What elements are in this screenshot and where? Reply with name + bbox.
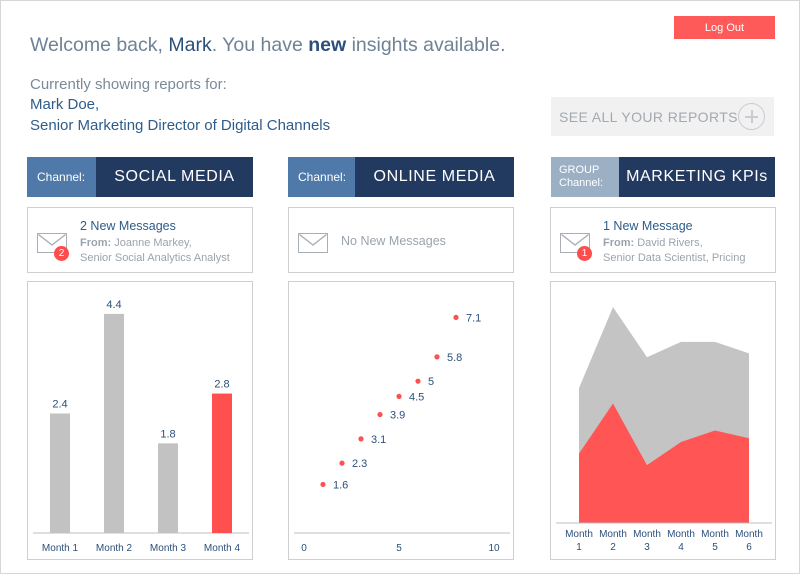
message-title[interactable]: 2 New Messages [80,219,176,233]
x-tick-label: Month 4 [204,543,241,554]
x-tick-label: Month 2 [96,543,133,554]
scatter-point-6 [415,378,421,384]
report-user-title: Senior Marketing Director of Digital Cha… [30,117,331,134]
scatter-point-1 [320,481,326,488]
channel-label: Channel: [288,157,355,197]
welcome-new-highlight: new [308,34,347,56]
message-from: From: David Rivers, Senior Data Scientis… [603,236,745,266]
scatter-chart: 0 5 10 1.6 2.3 3.1 3.9 4.5 5 5.8 7.1 [294,312,510,554]
point-value-label: 5 [428,376,434,388]
bar-3 [158,443,178,533]
message-from-name: David Rivers, [637,237,703,249]
bar-value-label: 2.4 [52,398,67,410]
report-user-name: Mark Doe, [30,96,100,113]
message-count-badge: 1 [577,246,592,261]
point-value-label: 3.9 [390,410,405,422]
welcome-mid: . You have [211,34,309,56]
chart-box-online-media: 0 5 10 1.6 2.3 3.1 3.9 4.5 5 5.8 7.1 [288,281,514,560]
see-all-reports-button[interactable]: SEE ALL YOUR REPORTS [551,97,774,136]
x-tick-label: 10 [488,543,500,554]
message-from-label: From: [603,237,635,249]
message-title[interactable]: 1 New Message [603,219,693,233]
message-count-badge: 2 [54,246,69,261]
message-from-role: Senior Data Scientist, Pricing [603,252,746,264]
x-tick-label-line2: 5 [712,542,718,553]
message-box-marketing-kpis[interactable]: 1 1 New Message From: David Rivers, Seni… [550,207,776,273]
x-tick-label: 0 [301,543,307,554]
bar-1 [50,413,70,533]
x-tick-label-line1: Month [701,529,729,540]
x-tick-label-line2: 1 [576,542,582,553]
scatter-point-7 [434,354,440,360]
x-tick-label-line1: Month [633,529,661,540]
point-value-label: 1.6 [333,479,348,491]
channel-label: GROUP Channel: [551,157,619,197]
bar-2 [104,313,124,533]
point-value-label: 7.1 [466,312,481,324]
currently-showing-label: Currently showing reports for: [30,76,227,93]
no-messages-text: No New Messages [341,234,446,248]
welcome-suffix: insights available. [346,34,506,56]
scatter-point-3 [358,436,364,442]
bar-chart: 2.4 Month 1 4.4 Month 2 1.8 Month 3 2.8 Month 4 [33,299,249,554]
x-tick-label-line2: 4 [678,542,684,553]
message-from-name: Joanne Markey, [114,237,192,249]
message-from-role: Senior Social Analytics Analyst [80,252,230,264]
x-tick-label-line2: 6 [746,542,752,553]
bar-value-label: 2.8 [214,379,229,391]
see-all-reports-label: SEE ALL YOUR REPORTS [559,108,738,125]
x-tick-label-line1: Month [735,529,763,540]
envelope-icon [298,233,328,253]
message-from: From: Joanne Markey, Senior Social Analy… [80,236,230,266]
x-tick-label-line1: Month [565,529,593,540]
channel-header-social-media: Channel: SOCIAL MEDIA [27,157,253,197]
scatter-point-8 [453,314,459,321]
x-tick-label: Month 1 [42,543,79,554]
channel-title: MARKETING KPIs [619,157,775,197]
point-value-label: 3.1 [371,434,386,446]
welcome-prefix: Welcome back, [30,34,169,56]
point-value-label: 4.5 [409,391,424,403]
welcome-user-name: Mark [168,34,212,56]
bar-value-label: 1.8 [160,428,175,440]
x-tick-label-line2: 3 [644,542,650,553]
logout-button[interactable]: Log Out [674,16,775,39]
scatter-point-2 [339,460,345,466]
x-tick-label: Month 3 [150,543,187,554]
channel-label-line2: Channel: [559,177,604,189]
area-chart: Month 1 Month 2 Month 3 Month 4 Month 5 Month 6 [556,307,772,553]
scatter-point-5 [396,393,402,399]
channel-label-line1: GROUP [559,164,600,176]
channel-header-online-media: Channel: ONLINE MEDIA [288,157,514,197]
point-value-label: 5.8 [447,352,462,364]
scatter-point-4 [377,411,383,418]
message-box-online-media: No New Messages [288,207,514,273]
x-tick-label-line1: Month [667,529,695,540]
chart-box-marketing-kpis: Month 1 Month 2 Month 3 Month 4 Month 5 Month 6 [550,281,776,560]
point-value-label: 2.3 [352,458,367,470]
bar-4 [212,393,232,533]
chart-box-social-media: 2.4 Month 1 4.4 Month 2 1.8 Month 3 2.8 Month 4 [27,281,253,560]
channel-label: Channel: [27,157,96,197]
bar-value-label: 4.4 [106,299,121,311]
x-tick-label-line1: Month [599,529,627,540]
x-tick-label: 5 [396,543,402,554]
x-tick-label-line2: 2 [610,542,616,553]
message-from-label: From: [80,237,112,249]
welcome-message: Welcome back, Mark. You have new insight… [30,34,506,57]
channel-title: ONLINE MEDIA [355,157,514,197]
plus-circle-icon [738,103,765,130]
channel-title: SOCIAL MEDIA [96,157,253,197]
message-box-social-media[interactable]: 2 2 New Messages From: Joanne Markey, Se… [27,207,253,273]
channel-header-marketing-kpis: GROUP Channel: MARKETING KPIs [551,157,775,197]
